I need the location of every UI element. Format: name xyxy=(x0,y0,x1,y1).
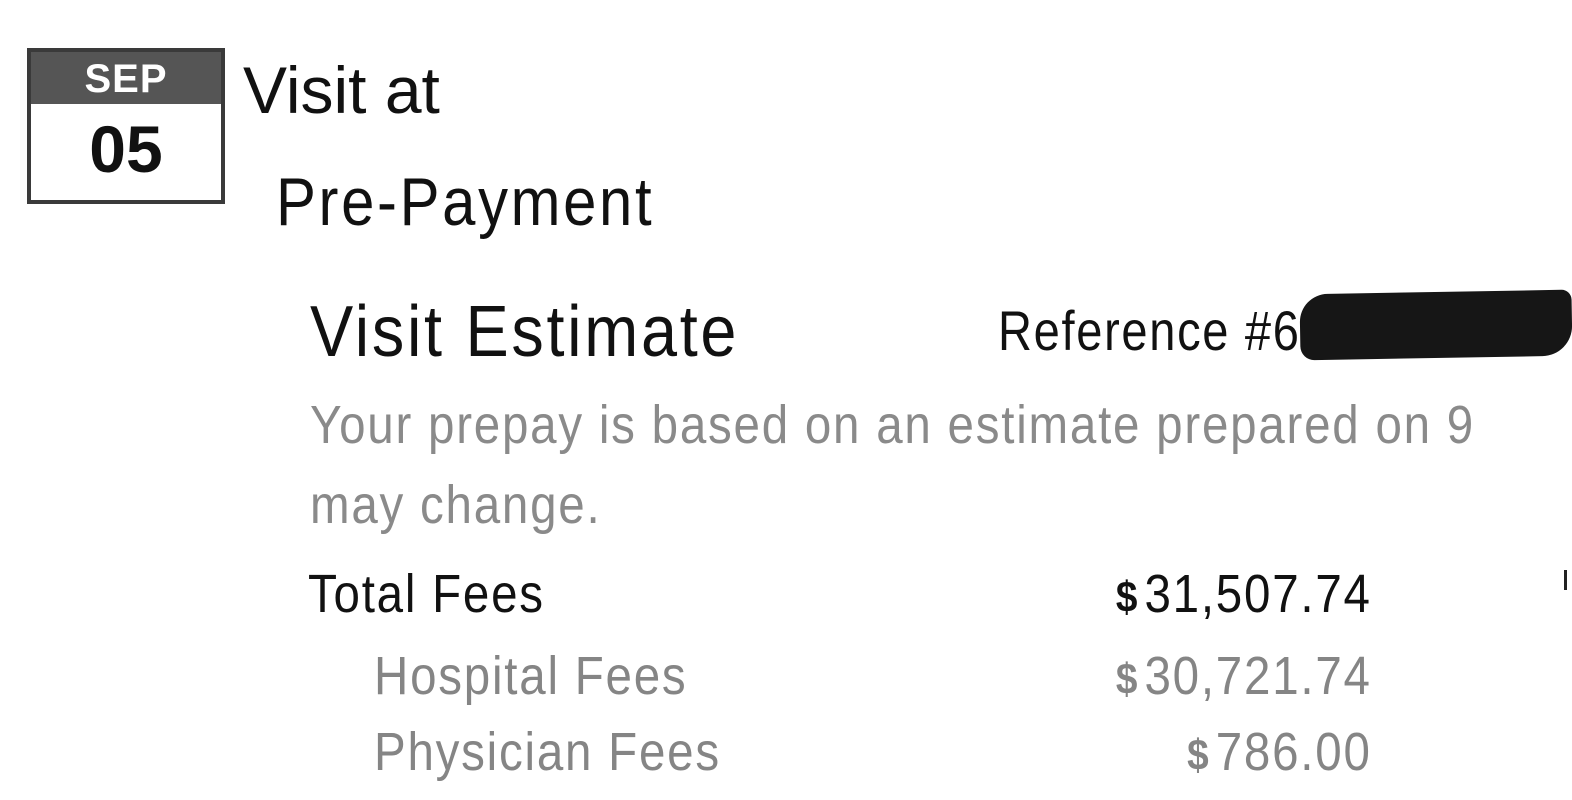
physician-fees-amount: $786.00 xyxy=(1188,720,1372,788)
currency-symbol: $ xyxy=(1116,655,1140,704)
hospital-fees-amount: $30,721.74 xyxy=(1116,644,1372,712)
physician-fees-row: Physician Fees $786.00 xyxy=(0,720,1372,784)
visit-date-badge: SEP 05 xyxy=(27,48,225,204)
estimate-description-line-2: may change. xyxy=(310,475,602,535)
visit-date-month: SEP xyxy=(31,52,221,104)
visit-estimate-heading: Visit Estimate xyxy=(310,292,740,372)
currency-symbol: $ xyxy=(1116,573,1140,622)
payment-status-title: Pre-Payment xyxy=(276,164,655,240)
reference-value: 6 xyxy=(1272,299,1301,362)
visit-title: Visit at xyxy=(243,53,440,127)
physician-fees-label: Physician Fees xyxy=(374,722,721,782)
total-fees-amount: $31,507.74 xyxy=(1116,562,1372,630)
estimate-description-line-1: Your prepay is based on an estimate prep… xyxy=(310,395,1475,455)
currency-symbol: $ xyxy=(1187,731,1211,780)
total-fees-label: Total Fees xyxy=(308,564,545,624)
clipped-column-mark xyxy=(1564,570,1572,590)
total-fees-value: 31,507.74 xyxy=(1144,564,1372,624)
reference-number: Reference #6 xyxy=(998,298,1301,364)
physician-fees-value: 786.00 xyxy=(1216,722,1372,782)
visit-date-day: 05 xyxy=(89,112,163,186)
reference-redaction xyxy=(1299,289,1572,361)
estimate-description: Your prepay is based on an estimate prep… xyxy=(310,385,1542,545)
hospital-fees-label: Hospital Fees xyxy=(374,646,688,706)
hospital-fees-row: Hospital Fees $30,721.74 xyxy=(0,644,1372,708)
total-fees-row: Total Fees $31,507.74 xyxy=(0,562,1372,626)
hospital-fees-value: 30,721.74 xyxy=(1144,646,1372,706)
reference-label: Reference # xyxy=(998,299,1273,362)
